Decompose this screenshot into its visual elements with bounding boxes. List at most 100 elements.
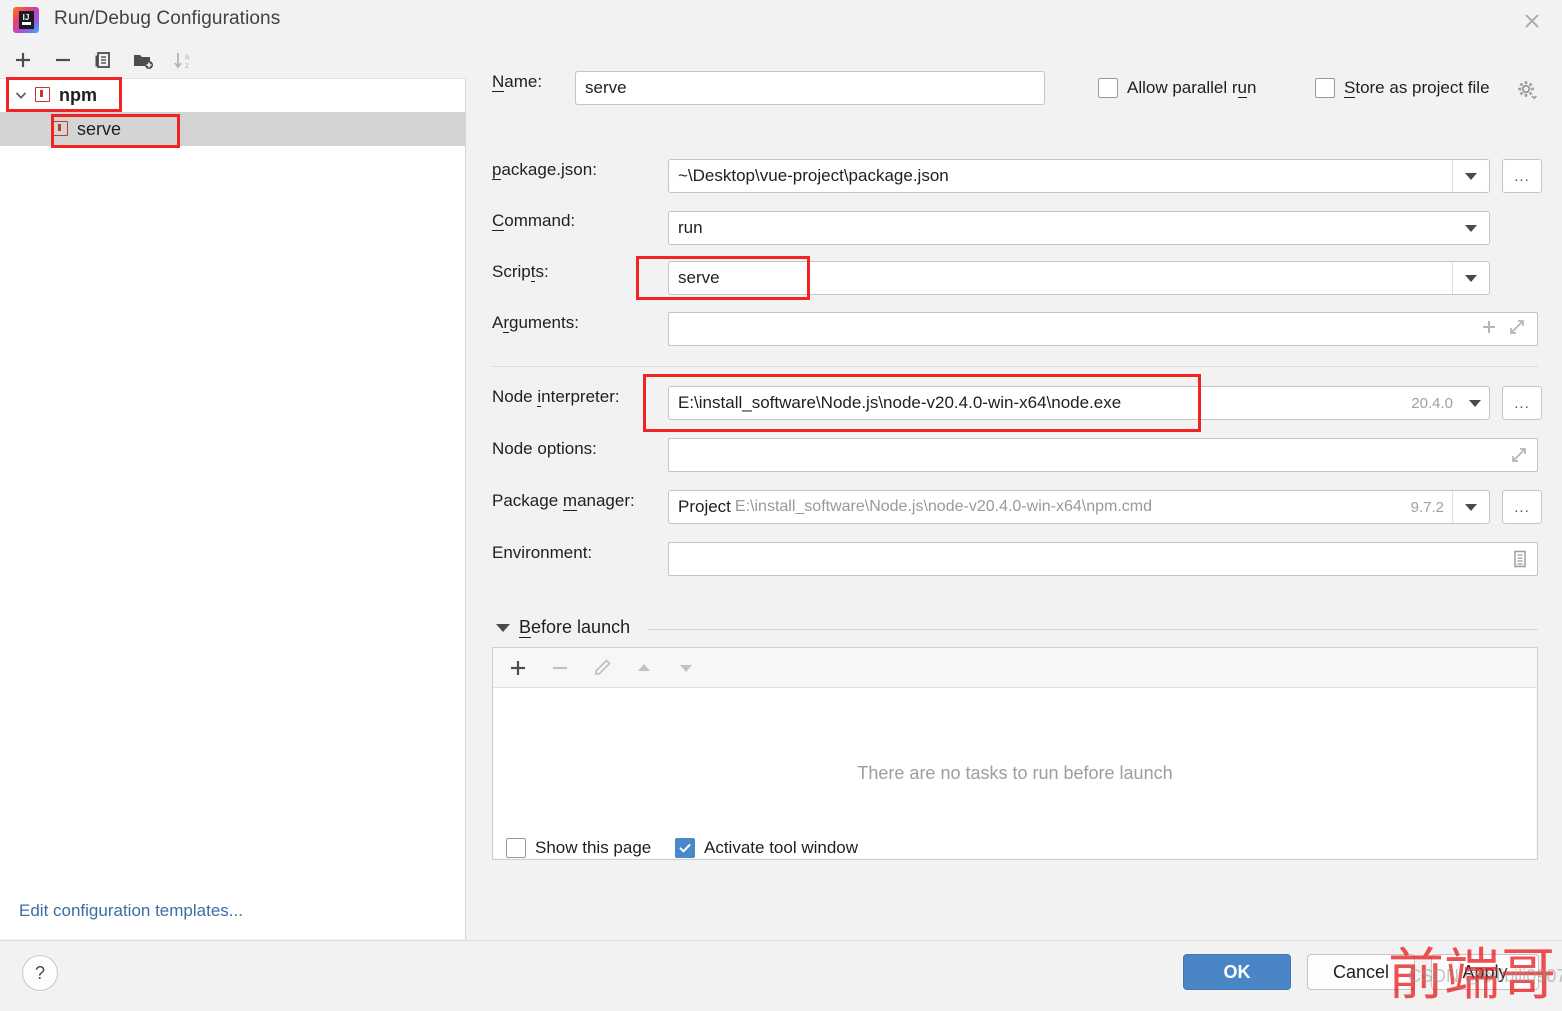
package-json-browse-button[interactable]: ... — [1502, 159, 1542, 193]
node-interpreter-label: Node interpreter: — [492, 387, 620, 407]
browse-label: ... — [1514, 394, 1530, 412]
node-interpreter-version: 20.4.0 — [1411, 394, 1453, 412]
svg-text:IJ: IJ — [23, 13, 30, 22]
checkbox-box — [506, 838, 526, 858]
remove-configuration-button[interactable] — [48, 46, 78, 74]
chevron-down-icon[interactable] — [1452, 491, 1489, 523]
store-as-project-file-checkbox[interactable]: Store as project file — [1315, 78, 1490, 98]
arguments-label-wrap: Arguments: — [492, 313, 579, 333]
package-json-value: ~\Desktop\vue-project\package.json — [678, 166, 949, 185]
browse-label: ... — [1514, 167, 1530, 185]
before-launch-title: Before launch — [519, 617, 631, 638]
svg-text:z: z — [185, 61, 189, 70]
before-launch-header[interactable]: Before launch — [496, 617, 630, 638]
name-label: Name: — [492, 72, 543, 92]
gear-icon[interactable] — [1516, 79, 1538, 106]
run-debug-configurations-dialog: IJ Run/Debug Configurations a z npm serv… — [0, 0, 1562, 1008]
tree-node-serve[interactable]: serve — [0, 112, 465, 146]
package-manager-label-wrap: Package manager: — [492, 491, 635, 511]
environment-label-wrap: Environment: — [492, 543, 592, 563]
checkbox-box — [675, 838, 695, 858]
environment-label: Environment: — [492, 543, 593, 562]
expand-icon[interactable] — [1508, 318, 1526, 341]
package-json-label: package.json: — [492, 160, 597, 180]
remove-task-button — [545, 653, 575, 683]
allow-parallel-run-label: Allow parallel run — [1127, 78, 1257, 98]
arguments-input[interactable] — [668, 312, 1538, 346]
edit-configuration-templates-link[interactable]: Edit configuration templates... — [19, 901, 243, 921]
command-combo[interactable]: run — [668, 211, 1490, 245]
scripts-value: serve — [678, 268, 720, 287]
cancel-button[interactable]: Cancel — [1307, 954, 1415, 990]
chevron-down-icon[interactable] — [1453, 212, 1489, 244]
before-launch-panel: There are no tasks to run before launch — [492, 647, 1538, 860]
chevron-down-icon[interactable] — [1461, 387, 1489, 419]
ok-button[interactable]: OK — [1183, 954, 1291, 990]
name-label-wrap: Name: — [492, 72, 542, 92]
allow-parallel-run-checkbox[interactable]: Allow parallel run — [1098, 78, 1256, 98]
command-label-wrap: Command: — [492, 211, 575, 231]
plus-icon[interactable] — [1480, 318, 1498, 341]
command-label: Command: — [492, 211, 576, 231]
node-interpreter-combo[interactable]: E:\install_software\Node.js\node-v20.4.0… — [668, 386, 1490, 420]
scripts-label: Scripts: — [492, 262, 549, 282]
npm-icon — [34, 86, 52, 104]
add-task-button[interactable] — [503, 653, 533, 683]
chevron-down-icon[interactable] — [8, 87, 34, 103]
tree-node-npm[interactable]: npm — [0, 78, 465, 112]
arguments-label: Arguments: — [492, 313, 579, 333]
package-manager-version: 9.7.2 — [1410, 498, 1444, 516]
add-configuration-button[interactable] — [8, 46, 38, 74]
environment-variables-icon[interactable] — [1512, 550, 1528, 568]
environment-input[interactable] — [668, 542, 1538, 576]
chevron-down-icon[interactable] — [1452, 262, 1489, 294]
package-manager-combo[interactable]: Project E:\install_software\Node.js\node… — [668, 490, 1490, 524]
activate-tool-window-label: Activate tool window — [704, 838, 859, 857]
configurations-tree: npm serve — [0, 78, 465, 146]
sidebar-toolbar: a z — [0, 41, 473, 79]
name-input[interactable]: serve — [575, 71, 1045, 105]
close-icon[interactable] — [1510, 4, 1554, 38]
configuration-form: Name: serve Allow parallel run Store as … — [466, 41, 1562, 939]
configurations-sidebar: a z npm serve Edit configuration templat… — [0, 41, 473, 939]
show-this-page-checkbox[interactable]: Show this page — [506, 838, 651, 858]
package-manager-label: Package manager: — [492, 491, 635, 511]
scripts-label-wrap: Scripts: — [492, 262, 549, 282]
store-as-project-file-label: Store as project file — [1344, 78, 1490, 98]
npm-icon — [52, 120, 70, 138]
arrow-up-icon — [629, 653, 659, 683]
chevron-down-icon[interactable] — [1452, 160, 1489, 192]
expand-icon[interactable] — [1510, 446, 1528, 464]
dialog-footer: ? OK Cancel Apply — [0, 940, 1562, 1003]
tree-node-label: npm — [59, 84, 97, 105]
before-launch-empty-text: There are no tasks to run before launch — [857, 762, 1173, 783]
before-launch-divider — [648, 629, 1538, 630]
browse-label: ... — [1514, 498, 1530, 516]
node-interpreter-browse-button[interactable]: ... — [1502, 386, 1542, 420]
activate-tool-window-checkbox[interactable]: Activate tool window — [675, 838, 858, 858]
node-interpreter-value: E:\install_software\Node.js\node-v20.4.0… — [678, 393, 1122, 412]
arrow-down-icon — [671, 653, 701, 683]
before-launch-task-list[interactable]: There are no tasks to run before launch — [494, 688, 1536, 858]
tree-node-label: serve — [77, 118, 122, 139]
window-title: Run/Debug Configurations — [54, 8, 281, 29]
copy-icon[interactable] — [88, 46, 118, 74]
apply-button[interactable]: Apply — [1431, 954, 1539, 990]
package-manager-path: E:\install_software\Node.js\node-v20.4.0… — [734, 498, 1153, 515]
new-folder-icon[interactable] — [128, 46, 158, 74]
chevron-down-icon[interactable] — [496, 623, 510, 632]
help-button[interactable]: ? — [22, 955, 58, 991]
node-options-label: Node options: — [492, 439, 597, 458]
node-options-label-wrap: Node options: — [492, 439, 597, 459]
sort-alphabetically-icon[interactable]: a z — [168, 46, 198, 74]
node-options-input[interactable] — [668, 438, 1538, 472]
before-launch-toolbar — [493, 648, 1537, 688]
package-manager-browse-button[interactable]: ... — [1502, 490, 1542, 524]
checkbox-box — [1098, 78, 1118, 98]
checkbox-box — [1315, 78, 1335, 98]
show-this-page-label: Show this page — [535, 838, 652, 857]
scripts-combo[interactable]: serve — [668, 261, 1490, 295]
package-manager-scope: Project — [678, 497, 731, 516]
node-interpreter-label-wrap: Node interpreter: — [492, 387, 620, 407]
package-json-combo[interactable]: ~\Desktop\vue-project\package.json — [668, 159, 1490, 193]
